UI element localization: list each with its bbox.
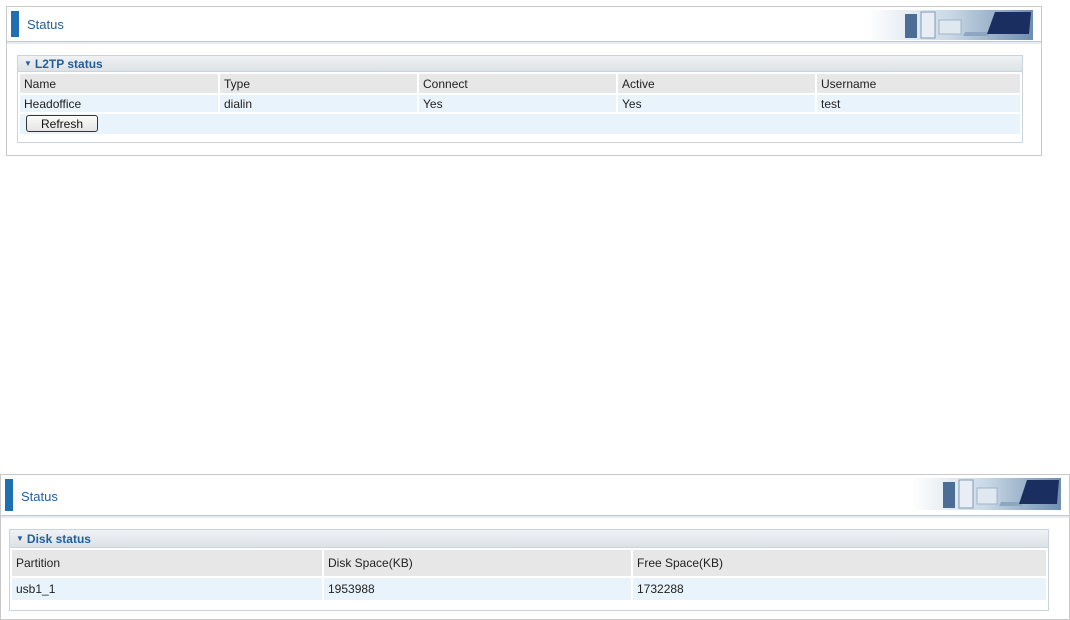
refresh-button[interactable]: Refresh	[26, 115, 98, 132]
banner-image	[867, 10, 1033, 40]
collapse-triangle-icon[interactable]: ▼	[24, 59, 32, 68]
panel-header: Status	[1, 475, 1069, 516]
cell-disk-space: 1953988	[324, 578, 631, 600]
column-header-disk-space: Disk Space(KB)	[324, 550, 631, 576]
column-header-connect: Connect	[419, 74, 616, 93]
column-header-active: Active	[618, 74, 815, 93]
cell-type: dialin	[220, 95, 417, 112]
page-title: Status	[21, 489, 58, 504]
page-title: Status	[27, 17, 64, 32]
header-accent-bar	[5, 479, 13, 511]
column-header-username: Username	[817, 74, 1020, 93]
column-header-partition: Partition	[12, 550, 322, 576]
l2tp-status-panel: Status ▼ L2TP status Name Type Connect A…	[6, 6, 1042, 156]
cell-partition: usb1_1	[12, 578, 322, 600]
disk-status-section: ▼ Disk status Partition Disk Space(KB) F…	[9, 529, 1049, 611]
disk-table: Partition Disk Space(KB) Free Space(KB) …	[10, 548, 1048, 602]
section-header: ▼ L2TP status	[18, 56, 1022, 72]
cell-active: Yes	[618, 95, 815, 112]
column-header-type: Type	[220, 74, 417, 93]
disk-status-panel: Status ▼ Disk status Partition Disk Spac…	[0, 474, 1070, 620]
header-accent-bar	[11, 11, 19, 37]
table-row: usb1_1 1953988 1732288	[12, 578, 1046, 600]
banner-image	[911, 478, 1061, 510]
cell-free-space: 1732288	[633, 578, 1046, 600]
button-row: Refresh	[20, 114, 1020, 134]
column-header-free-space: Free Space(KB)	[633, 550, 1046, 576]
column-header-name: Name	[20, 74, 218, 93]
cell-username: test	[817, 95, 1020, 112]
panel-header: Status	[7, 7, 1041, 42]
cell-connect: Yes	[419, 95, 616, 112]
table-row: Headoffice dialin Yes Yes test	[20, 95, 1020, 112]
section-header: ▼ Disk status	[10, 530, 1048, 548]
l2tp-table: Name Type Connect Active Username Headof…	[18, 72, 1022, 114]
l2tp-status-section: ▼ L2TP status Name Type Connect Active U…	[17, 55, 1023, 143]
section-title: L2TP status	[34, 56, 103, 71]
collapse-triangle-icon[interactable]: ▼	[16, 534, 24, 543]
section-title: Disk status	[26, 531, 91, 546]
cell-name: Headoffice	[20, 95, 218, 112]
